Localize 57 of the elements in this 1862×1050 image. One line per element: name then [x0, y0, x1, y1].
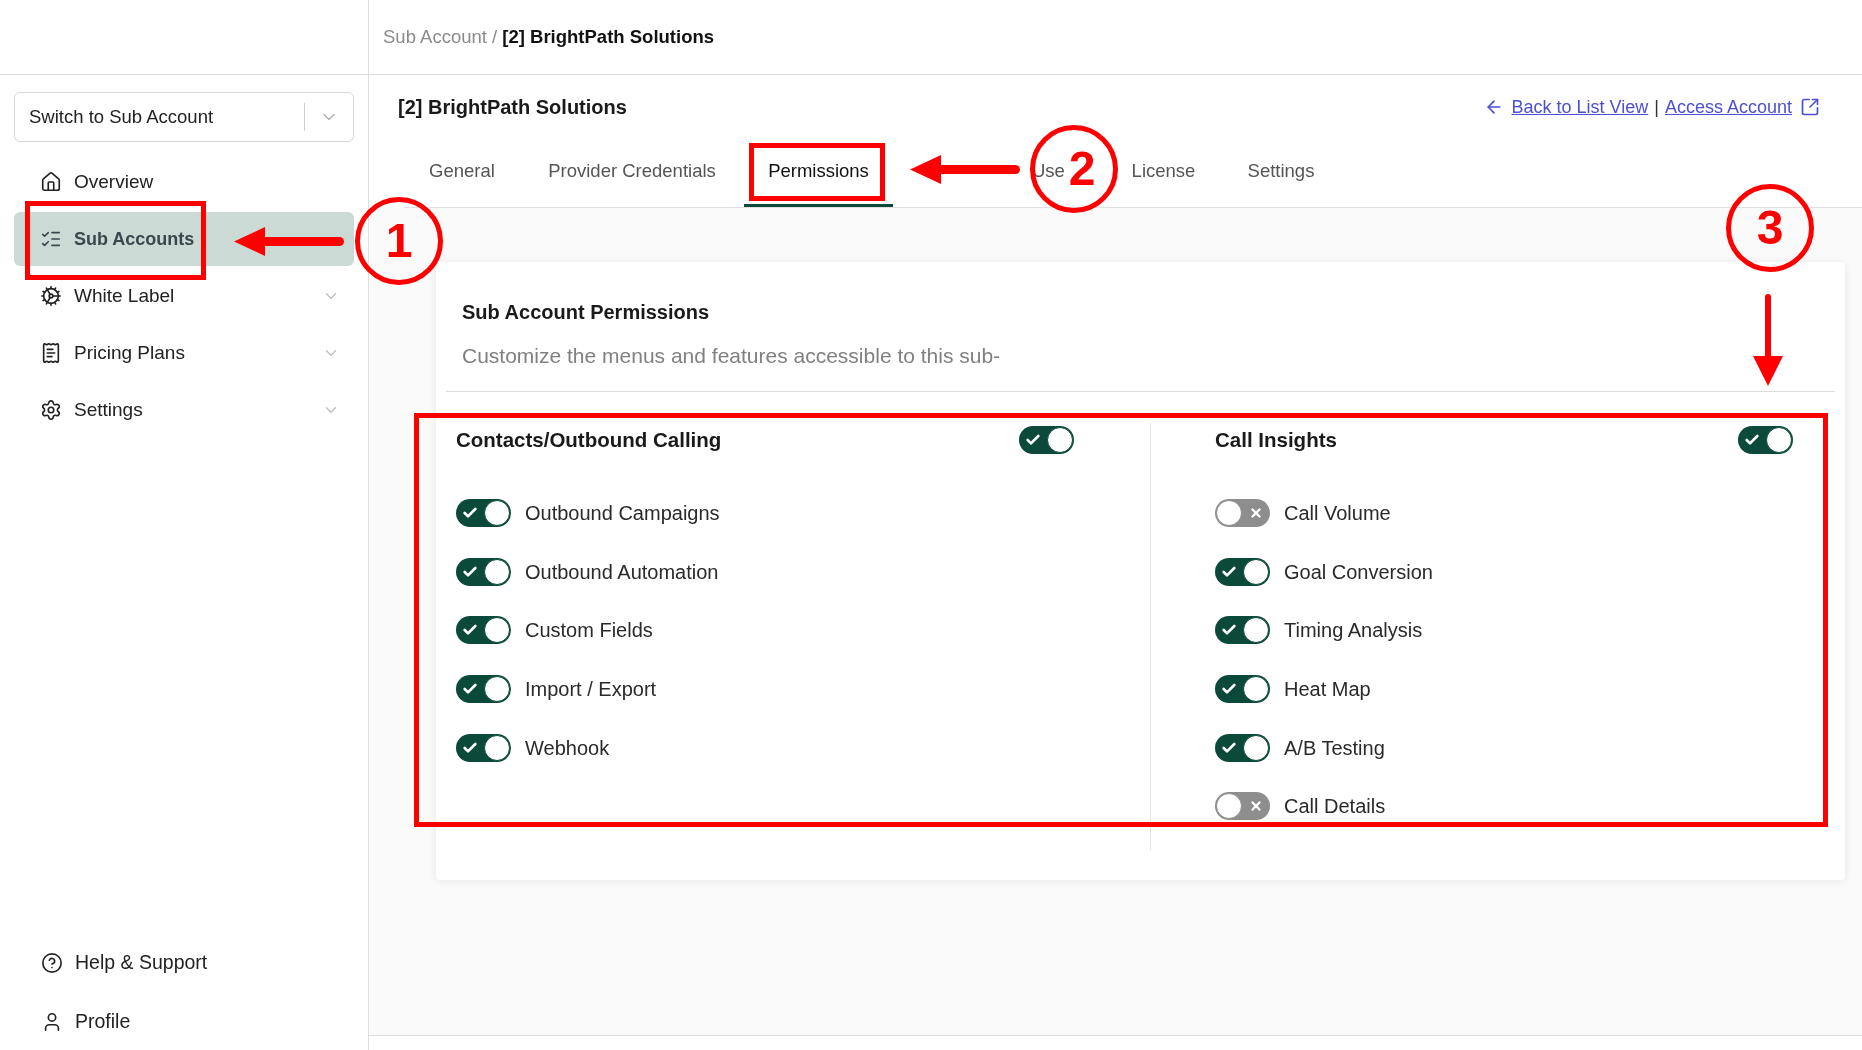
step-number: 3 [1726, 184, 1814, 272]
toggle-switch[interactable] [1215, 557, 1270, 586]
toggle-switch[interactable] [1215, 675, 1270, 704]
permission-label: Custom Fields [525, 618, 653, 644]
access-link[interactable]: Access Account [1664, 93, 1820, 121]
section-title: Call Insights [1215, 426, 1337, 453]
breadcrumb: Sub Account / [2] BrightPath Solutions [383, 25, 715, 50]
check-icon [1744, 432, 1760, 448]
permission-label: Heat Map [1284, 677, 1371, 703]
receipt-icon [40, 342, 62, 364]
nav-item[interactable]: White Label [14, 269, 354, 323]
step-number: 1 [355, 197, 443, 285]
nav-item[interactable]: Help & Support [14, 935, 354, 991]
card-description: Customize the menus and features accessible to this sub- [461, 343, 1001, 369]
back-link[interactable]: Back to List View [1483, 93, 1649, 121]
toggle-switch[interactable] [1215, 733, 1270, 762]
toggle-switch[interactable] [456, 499, 511, 528]
permission-label: Timing Analysis [1284, 618, 1423, 644]
nav-item[interactable]: Sub Accounts [14, 212, 354, 266]
section-title: Contacts/Outbound Calling [456, 426, 722, 453]
link-separator: | [1654, 95, 1659, 119]
account-select[interactable]: Switch to Sub Account [14, 92, 354, 142]
gear-icon [40, 285, 62, 307]
permission-label: Call Volume [1284, 501, 1391, 527]
permission-label: Outbound Campaigns [525, 501, 720, 527]
permission-label: A/B Testing [1284, 735, 1385, 761]
permission-label: Call Details [1284, 794, 1386, 820]
toggle-switch[interactable] [456, 557, 511, 586]
tab[interactable]: Settings [1222, 138, 1340, 207]
settings-icon [40, 399, 62, 421]
nav-item[interactable]: Settings [14, 383, 354, 437]
card-title: Sub Account Permissions [461, 300, 710, 325]
permission-label: Goal Conversion [1284, 559, 1433, 585]
toggle-switch[interactable] [1019, 426, 1074, 454]
tab[interactable]: Provider Credentials [522, 138, 742, 207]
permission-label: Import / Export [525, 677, 657, 703]
nav-item[interactable]: Pricing Plans [14, 326, 354, 380]
toggle-switch[interactable] [1738, 426, 1793, 454]
toggle-switch[interactable] [1215, 499, 1270, 528]
cross-icon [1249, 799, 1263, 814]
nav-item[interactable]: Profile [14, 994, 354, 1050]
tab[interactable]: License [1107, 138, 1220, 207]
external-link-icon [1800, 97, 1820, 117]
tab[interactable]: Permissions [744, 138, 893, 207]
toggle-switch[interactable] [1215, 792, 1270, 821]
toggle-switch[interactable] [456, 675, 511, 704]
permission-label: Outbound Automation [525, 559, 719, 585]
house-icon [40, 171, 62, 193]
help-icon [41, 952, 63, 974]
toggle-switch[interactable] [456, 733, 511, 762]
check-icon [1025, 432, 1041, 448]
permission-label: Webhook [525, 735, 610, 761]
toggle-switch[interactable] [1215, 616, 1270, 645]
nav-item[interactable]: Overview [14, 155, 354, 209]
toggle-switch[interactable] [456, 616, 511, 645]
cross-icon [1249, 506, 1263, 521]
page-title: [2] BrightPath Solutions [398, 95, 627, 120]
